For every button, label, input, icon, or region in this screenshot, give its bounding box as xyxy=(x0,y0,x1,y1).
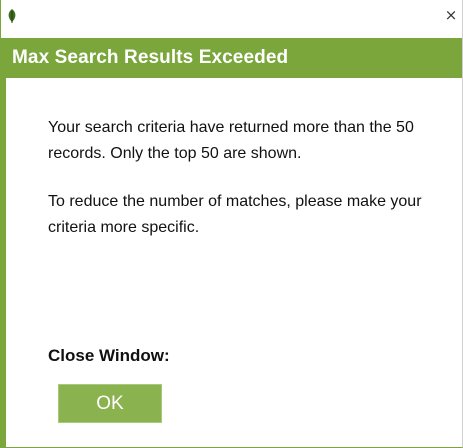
ok-button[interactable]: OK xyxy=(58,384,162,423)
accent-bar xyxy=(1,78,6,447)
dialog-title: Max Search Results Exceeded xyxy=(12,47,289,68)
message-paragraph-2: To reduce the number of matches, please … xyxy=(48,193,422,236)
message-paragraph-1: Your search criteria have returned more … xyxy=(48,119,414,162)
dialog-window: × Max Search Results Exceeded Your searc… xyxy=(0,0,463,448)
app-leaf-icon xyxy=(5,8,19,24)
close-icon[interactable]: × xyxy=(440,0,462,30)
close-window-label: Close Window: xyxy=(48,346,170,365)
dialog-message: Your search criteria have returned more … xyxy=(48,115,448,263)
title-bar: × xyxy=(1,0,462,34)
dialog-header: Max Search Results Exceeded xyxy=(1,38,462,78)
